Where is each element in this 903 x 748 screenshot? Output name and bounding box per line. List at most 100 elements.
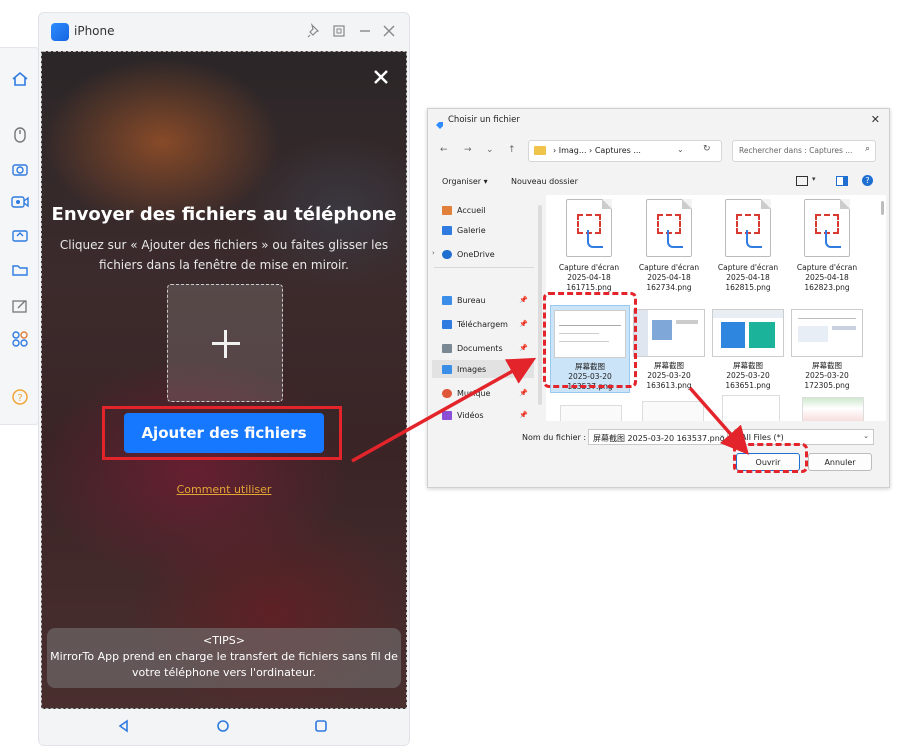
address-dropdown-icon[interactable]: ⌄ xyxy=(677,145,684,154)
cloud-icon xyxy=(442,249,452,259)
help-icon[interactable]: ? xyxy=(9,386,31,408)
sidebar-item-musique[interactable]: Musique 📌 xyxy=(442,384,534,402)
folder-icon[interactable] xyxy=(9,259,31,281)
tips-panel: <TIPS> MirrorTo App prend en charge le t… xyxy=(47,628,401,688)
file-list-scrollbar[interactable] xyxy=(881,201,884,215)
dialog-title: Choisir un fichier xyxy=(448,115,520,125)
search-input[interactable]: Rechercher dans : Captures ... ⌕ xyxy=(732,140,876,162)
view-options-icon[interactable] xyxy=(796,176,808,186)
file-item[interactable]: Capture d'écran 2025-04-18 161715.png xyxy=(550,199,628,293)
file-item[interactable]: Capture d'écran 2025-04-18 162734.png xyxy=(630,199,708,293)
drop-zone[interactable] xyxy=(167,284,283,402)
open-button-highlight xyxy=(733,443,808,473)
file-thumbnail xyxy=(563,199,615,259)
edit-icon[interactable] xyxy=(9,295,31,317)
filetype-dropdown-icon: ⌄ xyxy=(863,432,869,440)
file-item[interactable]: 屏幕截图 2025-03-20 163613.png xyxy=(630,305,708,391)
breadcrumb-separator: › xyxy=(586,146,595,155)
left-toolbar: ? xyxy=(0,47,41,425)
pin-icon: 📌 xyxy=(519,411,528,419)
add-files-button[interactable]: Ajouter des fichiers xyxy=(124,413,324,453)
file-open-dialog: Choisir un fichier ✕ ← → ⌄ ↑ › Imag... ›… xyxy=(427,108,890,488)
divider xyxy=(434,267,534,268)
file-item[interactable]: 屏幕截图 2025-03-20 163651.png xyxy=(709,305,787,391)
sidebar-item-accueil[interactable]: Accueil xyxy=(442,201,534,219)
minimize-icon[interactable] xyxy=(357,23,375,41)
search-icon: ⌕ xyxy=(864,144,870,154)
home-icon[interactable] xyxy=(9,68,31,90)
file-thumbnail xyxy=(791,309,863,357)
recent-apps-icon[interactable] xyxy=(312,717,330,735)
sidebar-item-bureau[interactable]: Bureau 📌 xyxy=(442,291,534,309)
pin-icon: 📌 xyxy=(519,344,528,352)
pin-icon: 📌 xyxy=(519,296,528,304)
file-thumbnail-partial[interactable] xyxy=(802,397,864,421)
fullscreen-icon[interactable] xyxy=(331,23,349,41)
app-logo-icon xyxy=(51,23,69,41)
cancel-button[interactable]: Annuler xyxy=(808,453,872,471)
expand-chevron-icon[interactable]: › xyxy=(432,249,435,257)
file-thumbnail-partial[interactable] xyxy=(560,405,622,421)
sidebar-item-videos[interactable]: Vidéos 📌 xyxy=(442,406,534,424)
filename-dropdown-icon[interactable]: ⌄ xyxy=(719,431,725,439)
file-item[interactable]: 屏幕截图 2025-03-20 172305.png xyxy=(788,305,866,391)
view-dropdown-icon[interactable]: ▾ xyxy=(812,175,816,183)
file-thumbnail xyxy=(722,199,774,259)
file-item[interactable]: Capture d'écran 2025-04-18 162823.png xyxy=(788,199,866,293)
filename-input[interactable]: 屏幕截图 2025-03-20 163537.png xyxy=(588,429,728,445)
music-icon xyxy=(442,388,452,398)
back-icon[interactable] xyxy=(115,717,133,735)
svg-text:?: ? xyxy=(17,393,22,404)
sidebar-item-galerie[interactable]: Galerie xyxy=(442,221,534,239)
dialog-app-icon xyxy=(435,115,444,129)
organize-menu[interactable]: Organiser ▾ xyxy=(442,177,488,186)
file-item[interactable]: Capture d'écran 2025-04-18 162815.png xyxy=(709,199,787,293)
close-window-icon[interactable] xyxy=(381,23,399,41)
tips-text: MirrorTo App prend en charge le transfer… xyxy=(50,650,398,679)
mouse-icon[interactable] xyxy=(9,124,31,146)
up-arrow-icon[interactable]: ↑ xyxy=(508,145,516,155)
file-thumbnail xyxy=(801,199,853,259)
sidebar-item-images[interactable]: Images xyxy=(432,360,534,378)
record-icon[interactable] xyxy=(9,191,31,213)
cast-icon[interactable] xyxy=(9,225,31,247)
dialog-close-icon[interactable]: ✕ xyxy=(871,113,880,126)
sidebar-item-onedrive[interactable]: OneDrive xyxy=(442,245,534,263)
breadcrumb-images[interactable]: Imag... xyxy=(559,146,587,155)
window-titlebar: iPhone xyxy=(39,13,409,51)
folder-icon xyxy=(534,146,546,155)
mirror-window: iPhone Envoyer des fichiers au téléphone… xyxy=(38,12,410,746)
new-folder-button[interactable]: Nouveau dossier xyxy=(511,177,578,186)
apps-icon[interactable] xyxy=(9,328,31,350)
phone-nav-bar xyxy=(39,709,409,743)
refresh-icon[interactable]: ↻ xyxy=(703,144,711,154)
navigation-pane: Accueil Galerie OneDrive › Bureau 📌 Téléc… xyxy=(428,195,538,421)
pin-icon: 📌 xyxy=(519,389,528,397)
window-title: iPhone xyxy=(74,24,115,38)
pin-icon: 📌 xyxy=(519,320,528,328)
gallery-icon xyxy=(442,225,452,235)
sidebar-item-documents[interactable]: Documents 📌 xyxy=(442,339,534,357)
breadcrumb-captures[interactable]: Captures ... xyxy=(595,146,641,155)
dialog-toolbar: Organiser ▾ Nouveau dossier ▾ ? xyxy=(428,171,889,193)
home-button-icon[interactable] xyxy=(214,717,232,735)
navigation-scrollbar[interactable] xyxy=(538,205,542,405)
file-thumbnail-partial[interactable] xyxy=(722,395,780,421)
search-placeholder: Rechercher dans : Captures ... xyxy=(739,146,853,155)
file-thumbnail-partial[interactable] xyxy=(642,401,704,421)
filename-label: Nom du fichier : xyxy=(522,433,587,442)
sidebar-item-telechargements[interactable]: Téléchargem 📌 xyxy=(442,315,534,333)
help-icon[interactable]: ? xyxy=(862,175,873,186)
tips-title: <TIPS> xyxy=(202,634,245,647)
camera-icon[interactable] xyxy=(9,158,31,180)
close-icon[interactable] xyxy=(372,68,390,86)
download-icon xyxy=(442,319,452,329)
dialog-footer: Nom du fichier : 屏幕截图 2025-03-20 163537.… xyxy=(428,427,889,485)
recent-locations-icon[interactable]: ⌄ xyxy=(486,145,494,155)
how-to-use-link[interactable]: Comment utiliser xyxy=(42,483,406,496)
pin-icon[interactable] xyxy=(306,23,324,41)
back-arrow-icon[interactable]: ← xyxy=(440,145,448,155)
preview-pane-icon[interactable] xyxy=(836,176,848,186)
address-bar[interactable]: › Imag... › Captures ... ⌄ ↻ xyxy=(528,140,722,162)
forward-arrow-icon[interactable]: → xyxy=(464,145,472,155)
